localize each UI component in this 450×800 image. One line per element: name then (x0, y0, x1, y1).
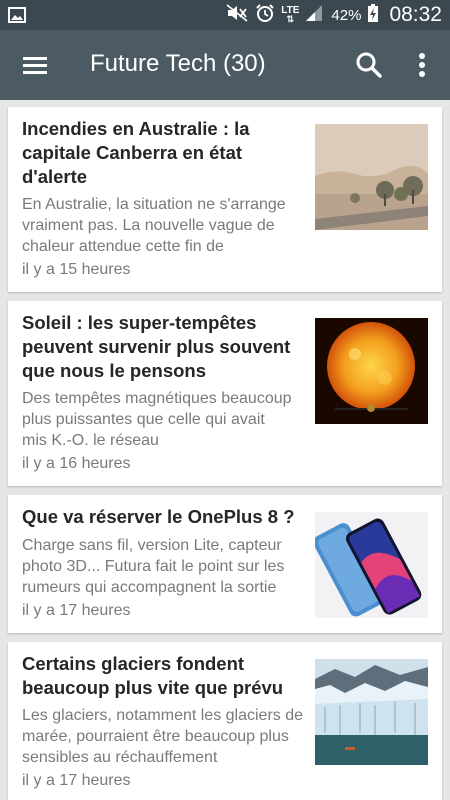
article-title: Incendies en Australie : la capitale Can… (22, 118, 250, 187)
smartphone-image (315, 512, 428, 618)
article-title: Certains glaciers fondent beaucoup plus … (22, 653, 284, 698)
search-button[interactable] (354, 50, 384, 80)
article-timestamp: il y a 17 heures (22, 772, 131, 789)
article-list[interactable]: Incendies en Australie : la capitale Can… (0, 100, 450, 800)
menu-button[interactable] (18, 50, 52, 80)
article-timestamp: il y a 15 heures (22, 261, 131, 278)
clock: 08:32 (389, 3, 442, 26)
article-timestamp: il y a 17 heures (22, 602, 131, 619)
article-thumbnail (315, 659, 428, 765)
more-vertical-icon (419, 53, 425, 77)
article-title: Que va réserver le OnePlus 8 ? (22, 506, 295, 527)
article-thumbnail (315, 512, 428, 618)
article-timestamp: il y a 16 heures (22, 455, 131, 472)
article-card[interactable]: Soleil : les super-tempêtes peuvent surv… (8, 301, 442, 486)
hamburger-icon (23, 57, 47, 74)
article-card[interactable]: Que va réserver le OnePlus 8 ? Charge sa… (8, 495, 442, 633)
article-summary: Charge sans fil, version Lite, capteur p… (22, 537, 285, 596)
article-title: Soleil : les super-tempêtes peuvent surv… (22, 312, 291, 381)
gallery-notification-icon (8, 7, 26, 23)
battery-charging-icon (367, 3, 379, 28)
article-thumbnail (315, 318, 428, 424)
bushfire-road-image (315, 124, 428, 230)
glacier-image (315, 659, 428, 765)
search-icon (356, 52, 382, 78)
article-card[interactable]: Incendies en Australie : la capitale Can… (8, 107, 442, 292)
article-thumbnail (315, 124, 428, 230)
signal-icon (305, 4, 323, 27)
overflow-menu-button[interactable] (410, 50, 434, 80)
article-summary: En Australie, la situation ne s'arrange … (22, 196, 286, 255)
app-bar: Future Tech (30) (0, 30, 450, 100)
network-type-indicator: LTE ⇅ (281, 5, 300, 24)
status-bar: LTE ⇅ 42% 08:32 (0, 0, 450, 30)
article-summary: Des tempêtes magnétiques beaucoup plus p… (22, 390, 292, 449)
battery-percent: 42% (331, 6, 362, 24)
article-card[interactable]: Certains glaciers fondent beaucoup plus … (8, 642, 442, 800)
page-title: Future Tech (30) (90, 50, 266, 77)
alarm-icon (255, 3, 275, 28)
mute-icon (225, 3, 249, 27)
sun-image (315, 318, 428, 424)
article-summary: Les glaciers, notamment les glaciers de … (22, 707, 304, 766)
